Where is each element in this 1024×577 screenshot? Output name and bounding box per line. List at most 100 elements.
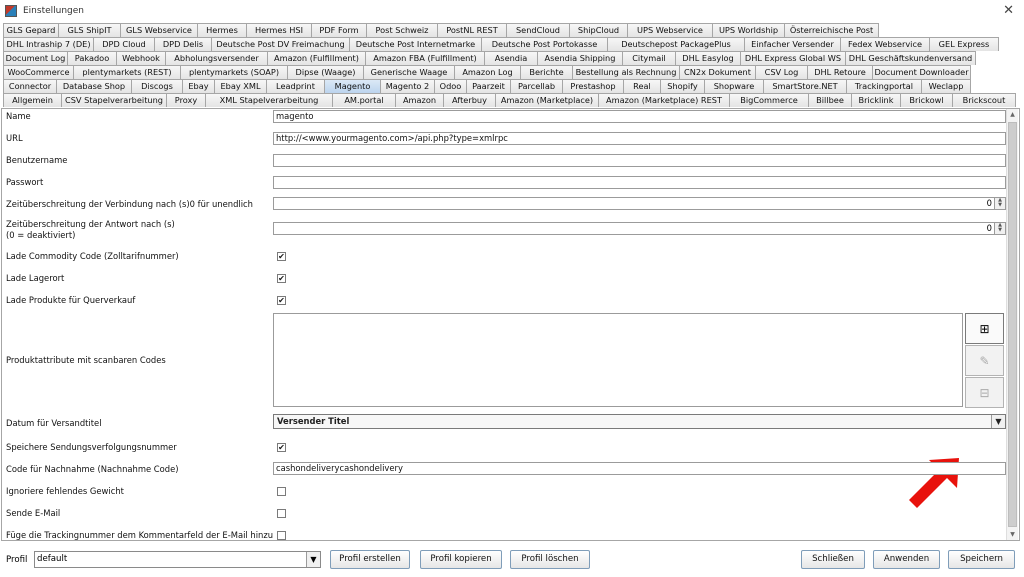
tab-smartstore-net[interactable]: SmartStore.NET [763, 79, 847, 93]
profile-select[interactable]: default ▼ [34, 551, 321, 568]
tab-dpd-delis[interactable]: DPD Delis [154, 37, 212, 51]
date-title-select[interactable]: Versender Titel ▼ [273, 414, 1006, 429]
send-email-checkbox[interactable] [277, 509, 286, 518]
tab-cn2x-dokument[interactable]: CN2x Dokument [679, 65, 756, 79]
tab-afterbuy[interactable]: Afterbuy [443, 93, 496, 107]
tab-amazon-marketplace[interactable]: Amazon (Marketplace) [495, 93, 599, 107]
url-field[interactable]: http://<www.yourmagento.com>/api.php?typ… [273, 132, 1006, 145]
cod-code-field[interactable]: cashondeliverycashondelivery [273, 462, 1006, 475]
tab-österreichische-post[interactable]: Österreichische Post [784, 23, 879, 37]
tab-gel-express[interactable]: GEL Express [929, 37, 999, 51]
tab-abholungsversender[interactable]: Abholungsversender [165, 51, 268, 65]
tab-amazon-fulfillment[interactable]: Amazon (Fulfillment) [267, 51, 366, 65]
response-timeout-spinner[interactable]: 0 ▲ ▼ [273, 222, 1006, 235]
tab-postnl-rest[interactable]: PostNL REST [437, 23, 507, 37]
tab-prestashop[interactable]: Prestashop [562, 79, 624, 93]
password-field[interactable] [273, 176, 1006, 189]
name-field[interactable]: magento [273, 110, 1006, 123]
scroll-down-icon[interactable]: ▼ [1007, 529, 1018, 540]
tab-weclapp[interactable]: Weclapp [921, 79, 971, 93]
tab-discogs[interactable]: Discogs [131, 79, 183, 93]
create-profile-button[interactable]: Profil erstellen [330, 550, 410, 569]
tab-ebay[interactable]: Ebay [182, 79, 215, 93]
save-tracking-checkbox[interactable]: ✔ [277, 443, 286, 452]
tab-deutsche-post-portokasse[interactable]: Deutsche Post Portokasse [481, 37, 608, 51]
tab-hermes[interactable]: Hermes [197, 23, 247, 37]
username-field[interactable] [273, 154, 1006, 167]
tab-dhl-easylog[interactable]: DHL Easylog [675, 51, 741, 65]
tab-asendia-shipping[interactable]: Asendia Shipping [537, 51, 623, 65]
tab-database-shop[interactable]: Database Shop [56, 79, 132, 93]
tab-magento[interactable]: Magento [324, 79, 381, 93]
vertical-scrollbar[interactable]: ▲ ▼ [1006, 109, 1018, 540]
tab-proxy[interactable]: Proxy [166, 93, 206, 107]
tab-hermes-hsi[interactable]: Hermes HSI [246, 23, 312, 37]
scroll-thumb[interactable] [1008, 122, 1017, 527]
tab-ups-worldship[interactable]: UPS Worldship [712, 23, 785, 37]
tab-gls-shipit[interactable]: GLS ShipIT [58, 23, 121, 37]
edit-attribute-button[interactable]: ✎ [965, 345, 1004, 376]
tab-amazon-marketplace-rest[interactable]: Amazon (Marketplace) REST [598, 93, 730, 107]
tab-dhl-intraship-7-de[interactable]: DHL Intraship 7 (DE) [3, 37, 94, 51]
tab-shopify[interactable]: Shopify [660, 79, 705, 93]
tab-generische-waage[interactable]: Generische Waage [363, 65, 455, 79]
tab-amazon-fba-fulfillment[interactable]: Amazon FBA (Fulfillment) [365, 51, 485, 65]
tab-dhl-retoure[interactable]: DHL Retoure [807, 65, 873, 79]
tab-ebay-xml[interactable]: Ebay XML [214, 79, 267, 93]
tab-real[interactable]: Real [623, 79, 661, 93]
copy-profile-button[interactable]: Profil kopieren [420, 550, 502, 569]
connection-timeout-spinner[interactable]: 0 ▲ ▼ [273, 197, 1006, 210]
tab-pdf-form[interactable]: PDF Form [311, 23, 367, 37]
tab-pakadoo[interactable]: Pakadoo [67, 51, 117, 65]
tab-deutsche-post-dv-freimachung[interactable]: Deutsche Post DV Freimachung [211, 37, 350, 51]
tab-dipse-waage[interactable]: Dipse (Waage) [287, 65, 364, 79]
tab-document-downloader[interactable]: Document Downloader [872, 65, 971, 79]
tab-woocommerce[interactable]: WooCommerce [3, 65, 74, 79]
tab-gls-webservice[interactable]: GLS Webservice [120, 23, 198, 37]
scroll-up-icon[interactable]: ▲ [1007, 109, 1018, 120]
tab-shopware[interactable]: Shopware [704, 79, 764, 93]
tab-bricklink[interactable]: Bricklink [851, 93, 901, 107]
tab-deutsche-post-internetmarke[interactable]: Deutsche Post Internetmarke [349, 37, 482, 51]
close-window-button[interactable]: ✕ [1003, 3, 1014, 18]
tab-connector[interactable]: Connector [3, 79, 57, 93]
tab-xml-stapelverarbeitung[interactable]: XML Stapelverarbeitung [205, 93, 333, 107]
tab-berichte[interactable]: Berichte [520, 65, 573, 79]
tab-brickowl[interactable]: Brickowl [900, 93, 953, 107]
close-button[interactable]: Schließen [801, 550, 865, 569]
chevron-down-icon[interactable]: ▼ [991, 415, 1005, 428]
tab-brickscout[interactable]: Brickscout [952, 93, 1016, 107]
tab-trackingportal[interactable]: Trackingportal [846, 79, 922, 93]
tab-shipcloud[interactable]: ShipCloud [569, 23, 628, 37]
tab-parcellab[interactable]: Parcellab [510, 79, 563, 93]
spinner-arrows-icon[interactable]: ▲ ▼ [994, 198, 1005, 209]
tab-dhl-geschäftskundenversand[interactable]: DHL Geschäftskundenversand [845, 51, 976, 65]
tab-csv-stapelverarbeitung[interactable]: CSV Stapelverarbeitung [61, 93, 167, 107]
add-attribute-button[interactable]: ⊞ [965, 313, 1004, 344]
tab-allgemein[interactable]: Allgemein [3, 93, 62, 107]
tab-dhl-express-global-ws[interactable]: DHL Express Global WS [740, 51, 846, 65]
tab-leadprint[interactable]: Leadprint [266, 79, 325, 93]
tab-paarzeit[interactable]: Paarzeit [466, 79, 511, 93]
tab-post-schweiz[interactable]: Post Schweiz [366, 23, 438, 37]
commodity-code-checkbox[interactable]: ✔ [277, 252, 286, 261]
add-tracking-comment-checkbox[interactable] [277, 531, 286, 540]
remove-attribute-button[interactable]: ⊟ [965, 377, 1004, 408]
tab-plentymarkets-rest[interactable]: plentymarkets (REST) [73, 65, 181, 79]
tab-amazon-log[interactable]: Amazon Log [454, 65, 521, 79]
tab-gls-gepard[interactable]: GLS Gepard [3, 23, 59, 37]
spinner-arrows-icon[interactable]: ▲ ▼ [994, 223, 1005, 234]
tab-dpd-cloud[interactable]: DPD Cloud [93, 37, 155, 51]
save-button[interactable]: Speichern [948, 550, 1015, 569]
tab-citymail[interactable]: Citymail [622, 51, 676, 65]
lagerort-checkbox[interactable]: ✔ [277, 274, 286, 283]
tab-webhook[interactable]: Webhook [116, 51, 166, 65]
tab-deutschepost-packageplus[interactable]: Deutschepost PackagePlus [607, 37, 745, 51]
tab-plentymarkets-soap[interactable]: plentymarkets (SOAP) [180, 65, 288, 79]
tab-csv-log[interactable]: CSV Log [755, 65, 808, 79]
tab-fedex-webservice[interactable]: Fedex Webservice [840, 37, 930, 51]
apply-button[interactable]: Anwenden [873, 550, 940, 569]
tab-einfacher-versender[interactable]: Einfacher Versender [744, 37, 841, 51]
tab-asendia[interactable]: Asendia [484, 51, 538, 65]
tab-document-log[interactable]: Document Log [3, 51, 68, 65]
